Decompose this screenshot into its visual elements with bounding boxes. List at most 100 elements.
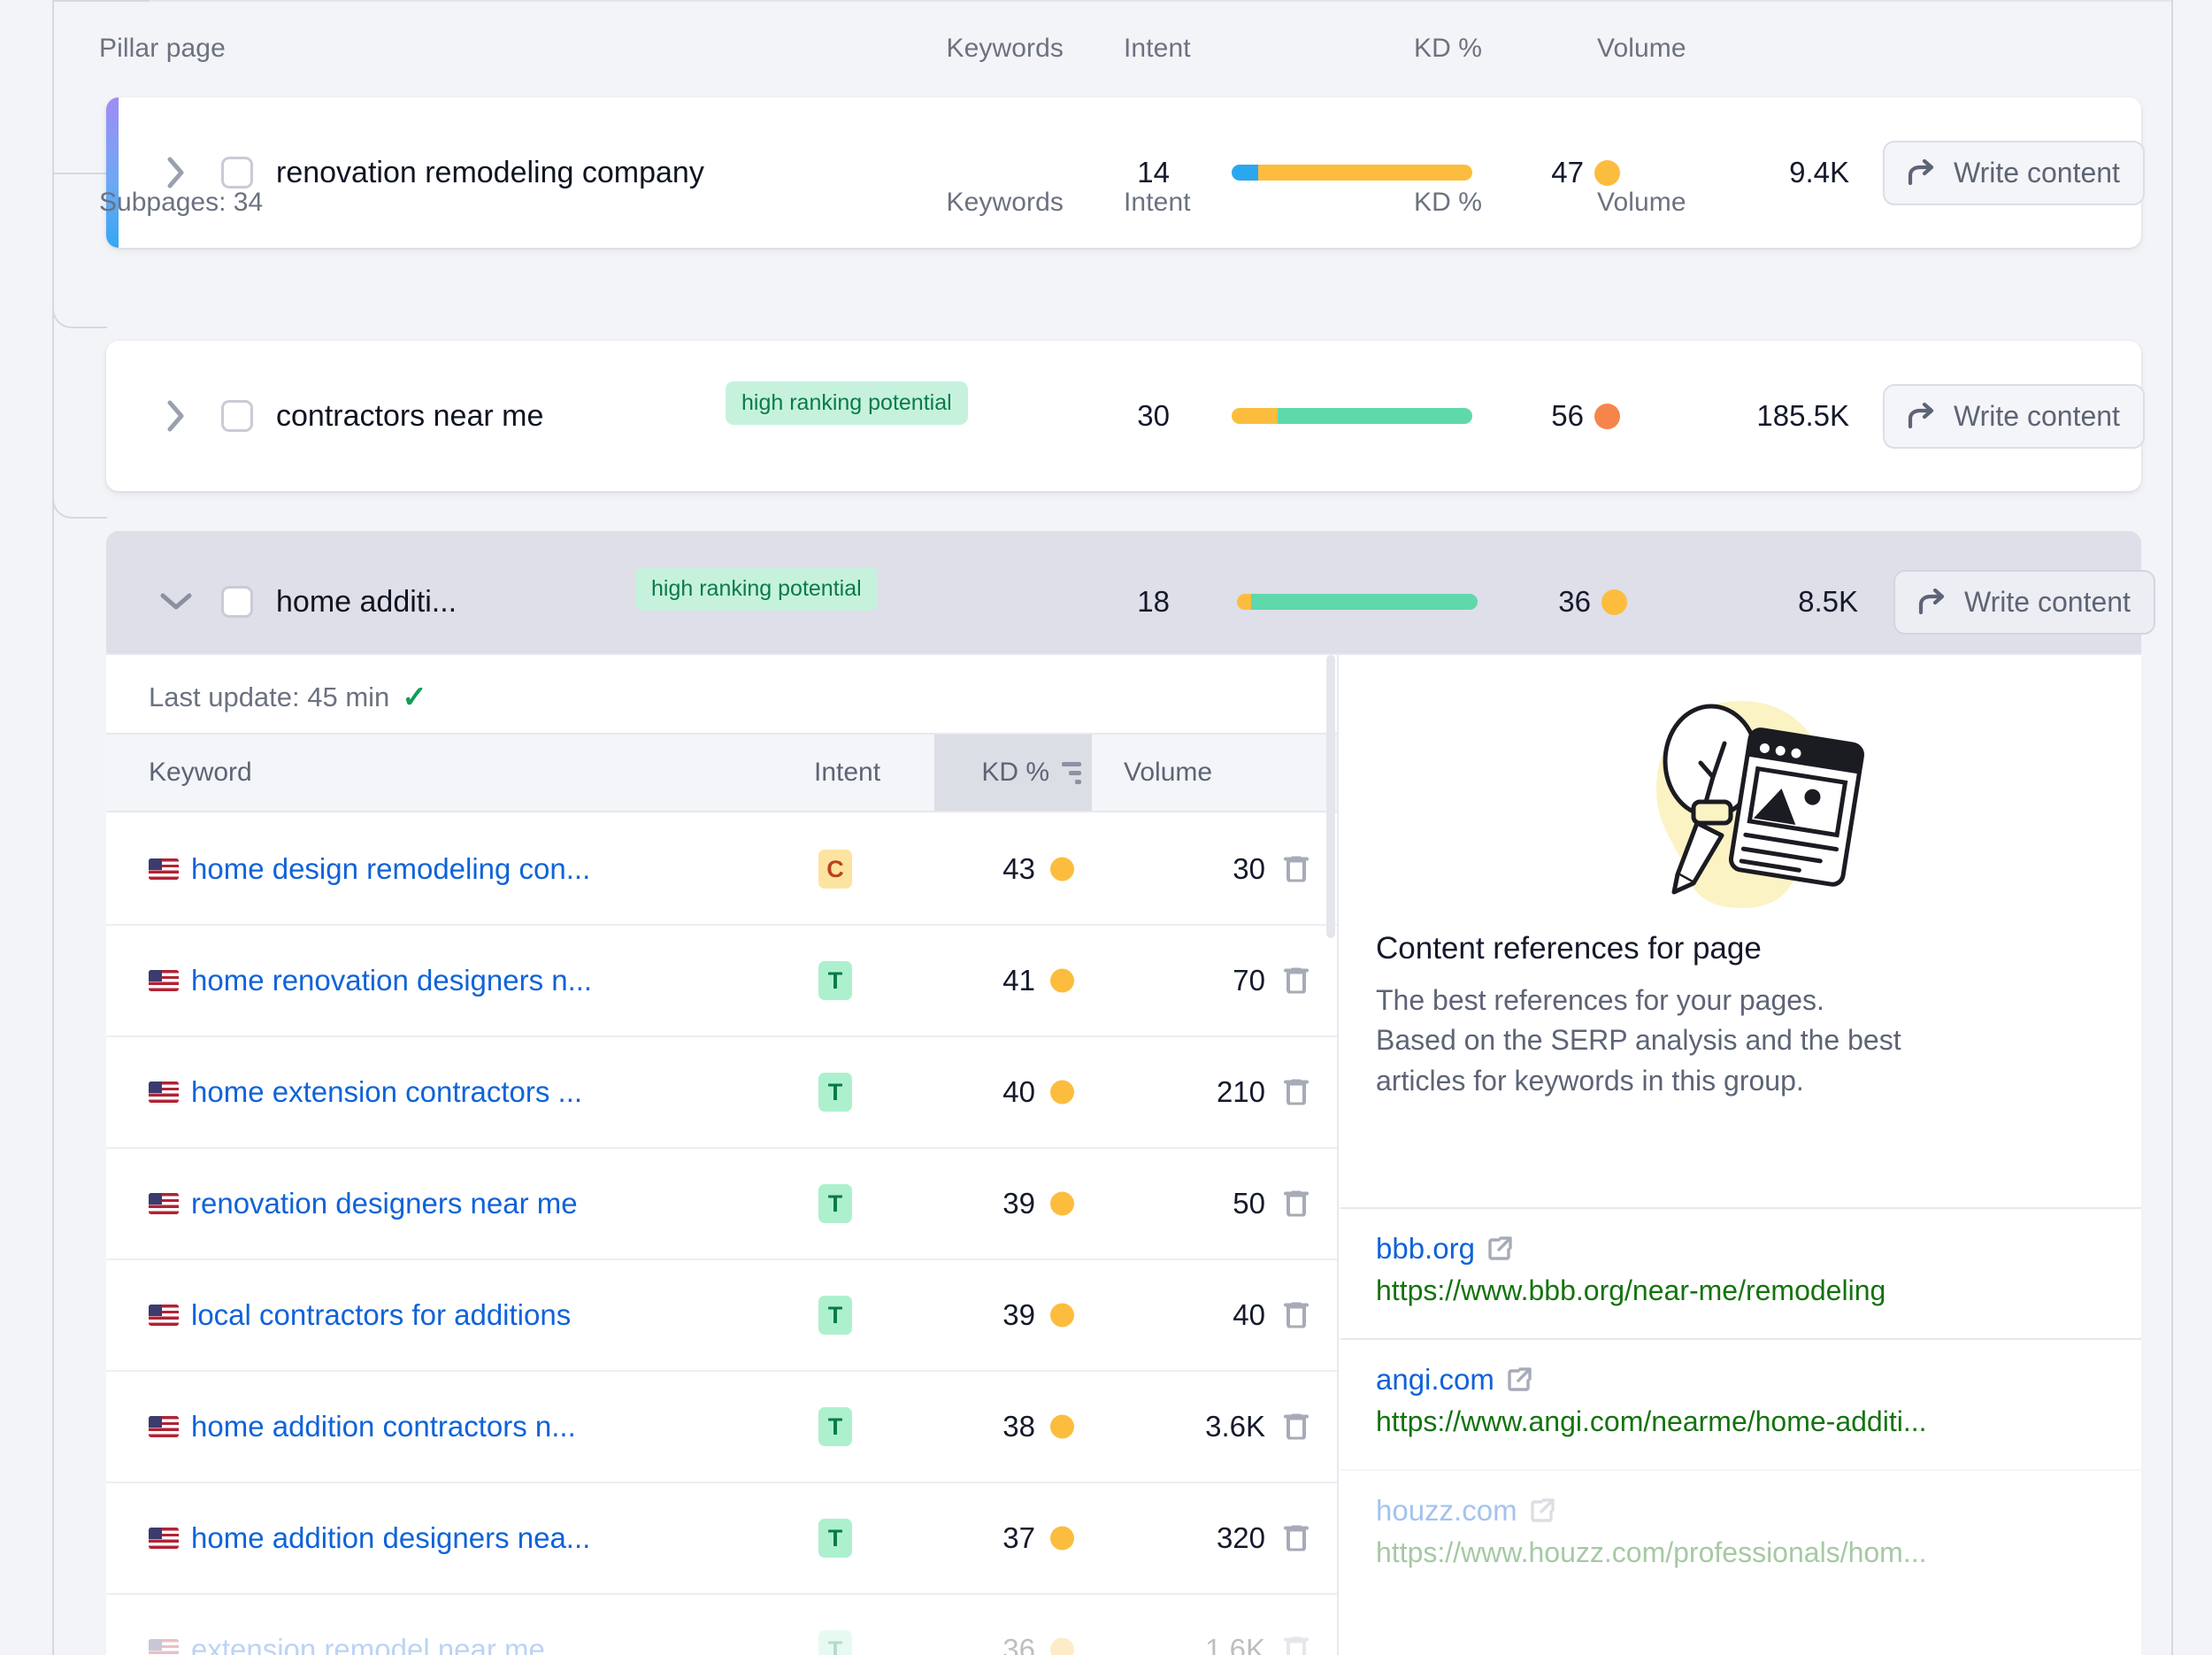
write-content-label-subpage-2: Write content [1964,585,2131,618]
keyword-table-scrollbar[interactable] [1326,655,1335,938]
delete-keyword-icon[interactable] [1283,1410,1310,1444]
keyword-table-row[interactable]: renovation designers near me T 39 50 [106,1149,1337,1260]
delete-keyword-icon[interactable] [1283,1187,1310,1221]
keyword-kd-value: 36 [1002,1633,1035,1655]
keyword-kd-value: 40 [1002,1075,1035,1108]
keyword-kd-dot [1050,1080,1074,1105]
keyword-table-row[interactable]: home addition contractors n... T 38 3.6K [106,1372,1337,1483]
intent-badge: C [818,850,852,889]
reference-domain-link[interactable]: houzz.com [1376,1494,2106,1528]
reference-item[interactable]: bbb.org https://www.bbb.org/near-me/remod… [1340,1207,2141,1338]
delete-keyword-icon[interactable] [1283,1521,1310,1556]
subpage-kd-value-2: 36 [1558,585,1591,618]
reference-item[interactable]: houzz.com https://www.houzz.com/professio… [1340,1469,2141,1600]
sort-descending-icon[interactable] [1062,761,1081,784]
kw-col-kd[interactable]: KD % [934,735,1092,811]
kw-col-intent[interactable]: Intent [814,735,880,811]
column-header-volume: Volume [1597,34,1686,63]
reference-url: https://www.bbb.org/near-me/remodeling [1376,1274,1886,1306]
keyword-link[interactable]: home addition designers nea... [191,1521,590,1555]
delete-keyword-icon[interactable] [1283,1633,1310,1655]
keyword-link[interactable]: home extension contractors ... [191,1075,582,1109]
write-content-label-pillar: Write content [1954,156,2120,189]
keyword-volume-value: 40 [1233,1298,1265,1331]
subpage-row-home-addition[interactable]: home additi... high ranking potential 18… [106,531,2155,673]
external-link-icon [1488,1236,1512,1260]
keyword-volume-value: 70 [1233,964,1265,997]
us-flag-icon [149,1305,179,1326]
us-flag-icon [149,858,179,880]
keyword-link[interactable]: home design remodeling con... [191,852,590,886]
subpage-title-2: home additi... [276,584,457,619]
subpage-intent-bar-2 [1237,594,1478,610]
delete-keyword-icon[interactable] [1283,1075,1310,1110]
kw-col-volume[interactable]: Volume [1124,735,1212,811]
write-content-button-subpage-2[interactable]: Write content [1893,569,2155,635]
keyword-kd-dot [1050,1637,1074,1655]
keyword-volume-value: 3.6K [1205,1410,1265,1443]
pillar-page-row[interactable]: renovation remodeling company 14 47 9.4K… [106,97,2145,248]
collapse-chevron-subpage-2[interactable] [156,581,196,622]
column-header-keywords: Keywords [946,34,1064,63]
lightbulb-pencil-illustration [1609,685,1874,928]
intent-badge: T [818,1407,852,1446]
column-header-kd: KD % [1414,34,1483,63]
keyword-link[interactable]: home renovation designers n... [191,964,592,997]
subcolumn-header-intent: Intent [1124,188,1191,217]
delete-keyword-icon[interactable] [1283,964,1310,998]
tree-branch-sub-2 [52,478,107,519]
external-link-icon [1530,1498,1555,1522]
delete-keyword-icon[interactable] [1283,852,1310,887]
status-badge-high-ranking-potential-1: high ranking potential [726,381,968,425]
keyword-table-row[interactable]: extension remodel near me T 36 1.6K [106,1595,1337,1655]
subcolumn-header-volume: Volume [1597,188,1686,217]
kw-col-kd-label: KD % [981,758,1049,787]
keyword-kd-value: 43 [1002,852,1035,885]
subpage-row-contractors-near-me[interactable]: contractors near me high ranking potenti… [106,341,2145,491]
keyword-kd-dot [1050,1414,1074,1439]
tree-top-connector [52,0,150,2]
keyword-kd-dot [1050,1526,1074,1551]
intent-badge: T [818,1296,852,1335]
select-checkbox-subpage-2[interactable] [221,586,253,618]
subpages-count-label: Subpages: 34 [99,188,264,217]
panel-top-edge [149,0,2173,2]
reference-domain-link[interactable]: angi.com [1376,1363,2106,1397]
keyword-strategy-panel: Pillar page Keywords Intent KD % Volume … [0,0,2212,1655]
delete-keyword-icon[interactable] [1283,1298,1310,1333]
subpage-intent-bar-1 [1232,408,1472,424]
keyword-table-row[interactable]: home extension contractors ... T 40 210 [106,1037,1337,1149]
keyword-link[interactable]: extension remodel near me [191,1633,545,1655]
reference-item[interactable]: angi.com https://www.angi.com/nearme/home… [1340,1338,2141,1469]
write-content-button-subpage-1[interactable]: Write content [1883,383,2145,449]
reference-domain-link[interactable]: bbb.org [1376,1232,2106,1266]
write-content-button-pillar[interactable]: Write content [1883,140,2145,205]
keyword-table-row[interactable]: home addition designers nea... T 37 320 [106,1483,1337,1595]
external-link-icon [1508,1367,1532,1391]
keyword-table-row[interactable]: home renovation designers n... T 41 70 [106,926,1337,1037]
keyword-table-row[interactable]: local contractors for additions T 39 40 [106,1260,1337,1372]
keyword-link[interactable]: renovation designers near me [191,1187,578,1220]
subpage-kd-dot-1 [1594,403,1620,429]
left-gutter [0,0,52,1655]
select-checkbox-pillar[interactable] [221,157,253,189]
subpage-title-1: contractors near me [276,398,544,433]
keyword-kd-value: 41 [1002,964,1035,997]
us-flag-icon [149,970,179,991]
keyword-table-pane: Last update: 45 min ✓ Keyword Intent KD … [106,655,1339,1655]
subpage-kd-dot-2 [1601,589,1627,615]
keyword-link[interactable]: local contractors for additions [191,1298,571,1332]
panel-right-divider [2171,0,2173,1655]
keyword-table-row[interactable]: home design remodeling con... C 43 30 [106,814,1337,926]
keyword-volume-value: 50 [1233,1187,1265,1220]
select-checkbox-subpage-1[interactable] [221,400,253,432]
expand-chevron-subpage-1[interactable] [156,396,196,436]
keyword-kd-value: 39 [1002,1298,1035,1331]
keyword-kd-dot [1050,968,1074,993]
keyword-table-header: Keyword Intent KD % Volume [106,733,1337,812]
keyword-link[interactable]: home addition contractors n... [191,1410,576,1443]
us-flag-icon [149,1528,179,1549]
keyword-volume-value: 210 [1216,1075,1265,1108]
kw-col-keyword[interactable]: Keyword [149,735,252,811]
share-arrow-icon [1908,159,1934,186]
